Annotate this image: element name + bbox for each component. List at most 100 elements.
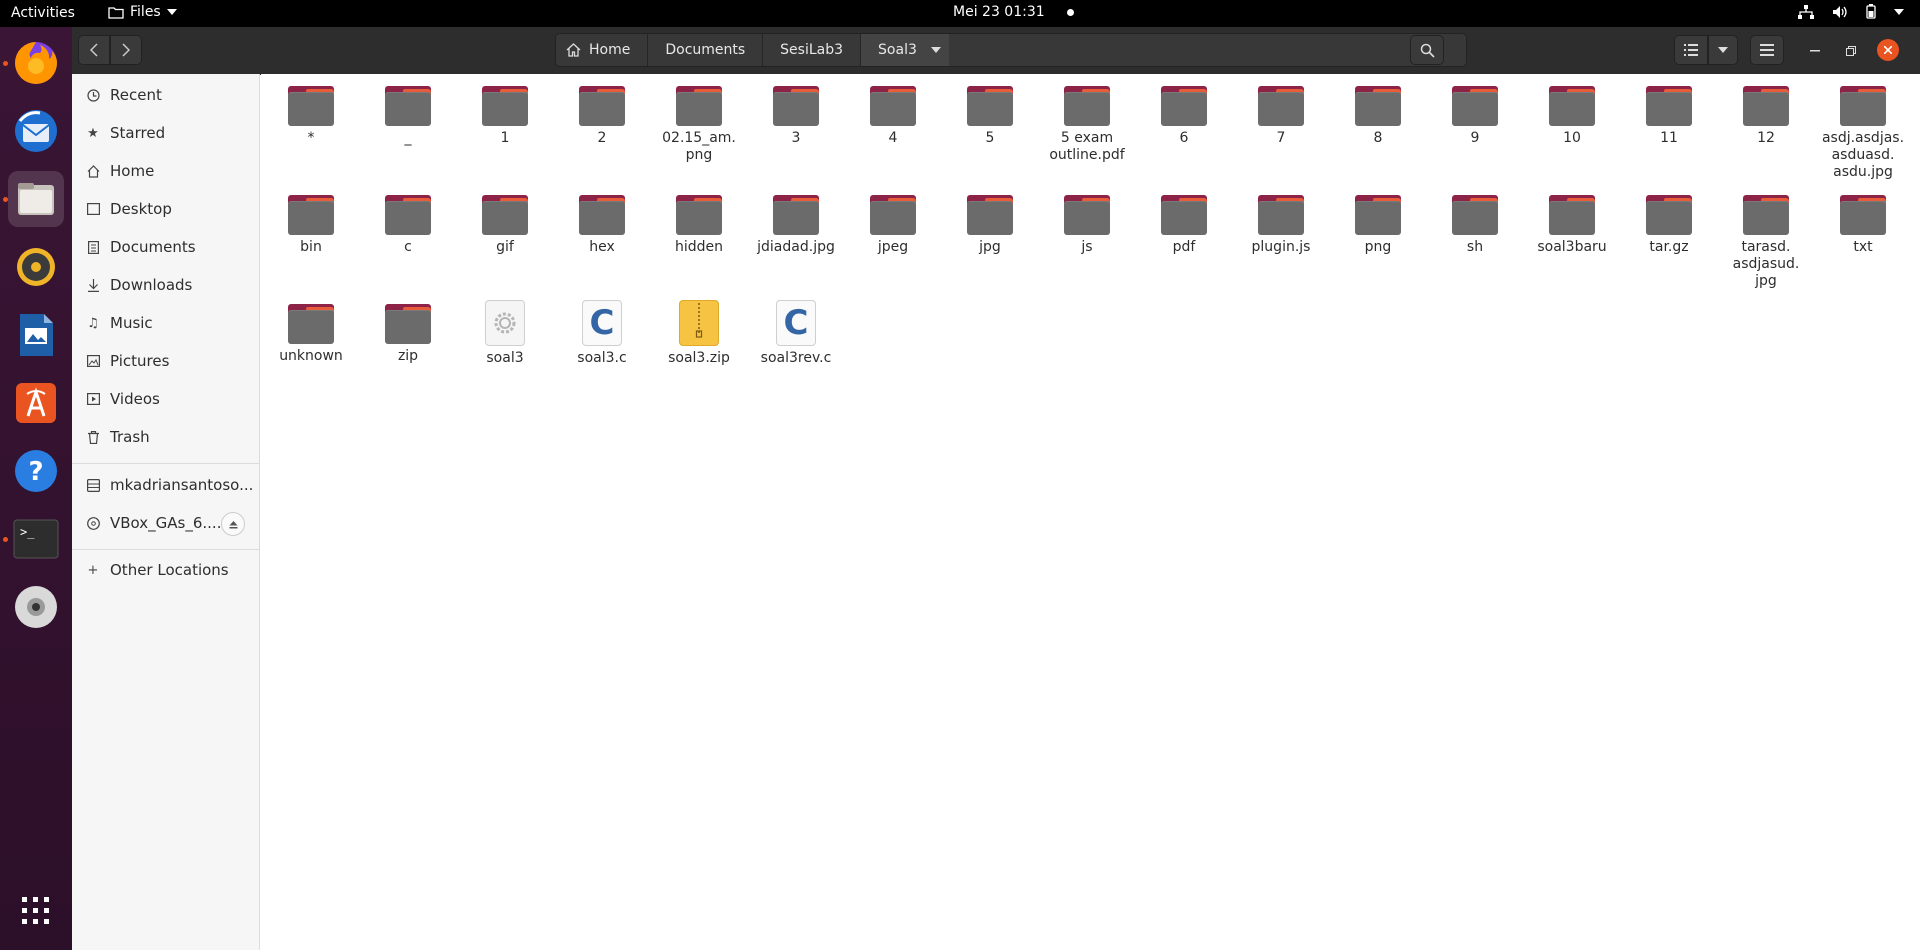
file-item[interactable]: jpeg [847, 189, 939, 256]
clock-text: Mei 23 01:31 [953, 4, 1045, 20]
folder-icon [482, 86, 528, 126]
minimize-button[interactable] [1805, 41, 1825, 61]
clock[interactable]: Mei 23 01:31 [953, 4, 1074, 20]
file-item[interactable]: 6 [1138, 80, 1230, 147]
file-item[interactable]: c [362, 189, 454, 256]
close-button[interactable] [1877, 39, 1899, 61]
file-item[interactable]: soal3.zip [653, 298, 745, 367]
file-item[interactable]: 02.15_am. png [653, 80, 745, 164]
sidebar-item-vbox[interactable]: VBox_GAs_6.... [72, 506, 259, 540]
main-menu-button[interactable] [1750, 35, 1784, 65]
file-name-label: 4 [888, 130, 898, 146]
file-item[interactable]: png [1332, 189, 1424, 256]
sidebar-item-trash[interactable]: Trash [72, 420, 259, 454]
file-item[interactable]: 11 [1623, 80, 1715, 147]
dock-disc[interactable] [8, 579, 64, 635]
dock-terminal[interactable]: >_ [8, 511, 64, 567]
file-item[interactable]: jdiadad.jpg [750, 189, 842, 256]
file-item[interactable]: 8 [1332, 80, 1424, 147]
file-name-label: c [404, 239, 412, 255]
file-item[interactable]: hidden [653, 189, 745, 256]
clock-icon [86, 88, 100, 102]
header-bar: Home Documents SesiLab3 Soal3 [72, 27, 1920, 75]
back-button[interactable] [78, 35, 110, 65]
file-item[interactable]: 2 [556, 80, 648, 147]
file-item[interactable]: 9 [1429, 80, 1521, 147]
file-item[interactable]: soal3 [459, 298, 551, 367]
breadcrumb-documents[interactable]: Documents [648, 34, 764, 66]
show-applications-button[interactable] [8, 883, 64, 939]
file-item[interactable]: 3 [750, 80, 842, 147]
breadcrumb-home[interactable]: Home [556, 34, 649, 66]
folder-icon [385, 304, 431, 344]
search-button[interactable] [1410, 35, 1444, 65]
file-item[interactable]: 4 [847, 80, 939, 147]
file-name-label: zip [397, 348, 419, 364]
running-indicator-icon [3, 537, 8, 542]
path-bar-empty-area[interactable] [949, 34, 1466, 66]
breadcrumb-label: SesiLab3 [780, 42, 844, 58]
file-item[interactable]: asdj.asdjas. asduasd. asdu.jpg [1817, 80, 1909, 181]
sidebar-item-home[interactable]: Home [72, 154, 259, 188]
file-item[interactable]: txt [1817, 189, 1909, 256]
file-item[interactable]: 1 [459, 80, 551, 147]
sidebar-item-documents[interactable]: Documents [72, 230, 259, 264]
chevron-down-icon [1718, 47, 1728, 53]
dock-rhythmbox[interactable] [8, 239, 64, 295]
file-item[interactable]: jpg [944, 189, 1036, 256]
file-item[interactable]: _ [362, 80, 454, 147]
view-list-button[interactable] [1674, 35, 1708, 65]
sidebar-item-desktop[interactable]: Desktop [72, 192, 259, 226]
sidebar-item-pictures[interactable]: Pictures [72, 344, 259, 378]
file-item[interactable]: zip [362, 298, 454, 365]
file-item[interactable]: gif [459, 189, 551, 256]
file-grid[interactable]: * _ 1 2 02.15_am. png 3 4 5 5 exam outline.pdf 6 7… [261, 74, 1920, 950]
breadcrumb-soal3[interactable]: Soal3 [861, 34, 949, 66]
file-item[interactable]: tarasd. asdjasud. jpg [1720, 189, 1812, 290]
maximize-button[interactable] [1841, 41, 1861, 61]
file-item[interactable]: js [1041, 189, 1133, 256]
sidebar-item-music[interactable]: ♫ Music [72, 306, 259, 340]
sidebar-item-starred[interactable]: ★ Starred [72, 116, 259, 150]
breadcrumb-label: Home [589, 42, 631, 58]
breadcrumb-sesilab3[interactable]: SesiLab3 [763, 34, 862, 66]
file-item[interactable]: Csoal3.c [556, 298, 648, 367]
forward-button[interactable] [110, 35, 142, 65]
file-item[interactable]: sh [1429, 189, 1521, 256]
sidebar-item-other-locations[interactable]: + Other Locations [72, 553, 259, 587]
file-item[interactable]: soal3baru [1526, 189, 1618, 256]
sidebar-item-downloads[interactable]: Downloads [72, 268, 259, 302]
file-item[interactable]: pdf [1138, 189, 1230, 256]
dock-app-center[interactable] [8, 375, 64, 431]
dock-help[interactable]: ? [8, 443, 64, 499]
view-options-button[interactable] [1708, 35, 1738, 65]
search-icon [1420, 43, 1435, 58]
file-item[interactable]: 5 exam outline.pdf [1041, 80, 1133, 164]
file-item[interactable]: unknown [265, 298, 357, 365]
file-item[interactable]: 10 [1526, 80, 1618, 147]
system-tray[interactable] [1798, 4, 1904, 19]
files-app-menu[interactable]: Files [108, 4, 177, 20]
file-item[interactable]: bin [265, 189, 357, 256]
file-item[interactable]: 12 [1720, 80, 1812, 147]
file-item[interactable]: tar.gz [1623, 189, 1715, 256]
sidebar-item-label: Videos [110, 390, 160, 408]
file-item[interactable]: hex [556, 189, 648, 256]
dock-firefox[interactable] [8, 35, 64, 91]
dock-thunderbird[interactable] [8, 103, 64, 159]
sidebar-item-recent[interactable]: Recent [72, 78, 259, 112]
file-item[interactable]: plugin.js [1235, 189, 1327, 256]
file-item[interactable]: Csoal3rev.c [750, 298, 842, 367]
sidebar-item-videos[interactable]: Videos [72, 382, 259, 416]
activities-button[interactable]: Activities [11, 5, 75, 21]
sidebar-item-drive[interactable]: mkadriansantoso... [72, 468, 259, 502]
dock-writer[interactable] [8, 307, 64, 363]
file-name-label: 5 [985, 130, 995, 146]
file-item[interactable]: 7 [1235, 80, 1327, 147]
file-item[interactable]: 5 [944, 80, 1036, 147]
folder-icon [1161, 195, 1207, 235]
eject-button[interactable] [221, 512, 245, 536]
thunderbird-icon [15, 110, 57, 152]
dock-files[interactable] [8, 171, 64, 227]
file-item[interactable]: * [265, 80, 357, 147]
